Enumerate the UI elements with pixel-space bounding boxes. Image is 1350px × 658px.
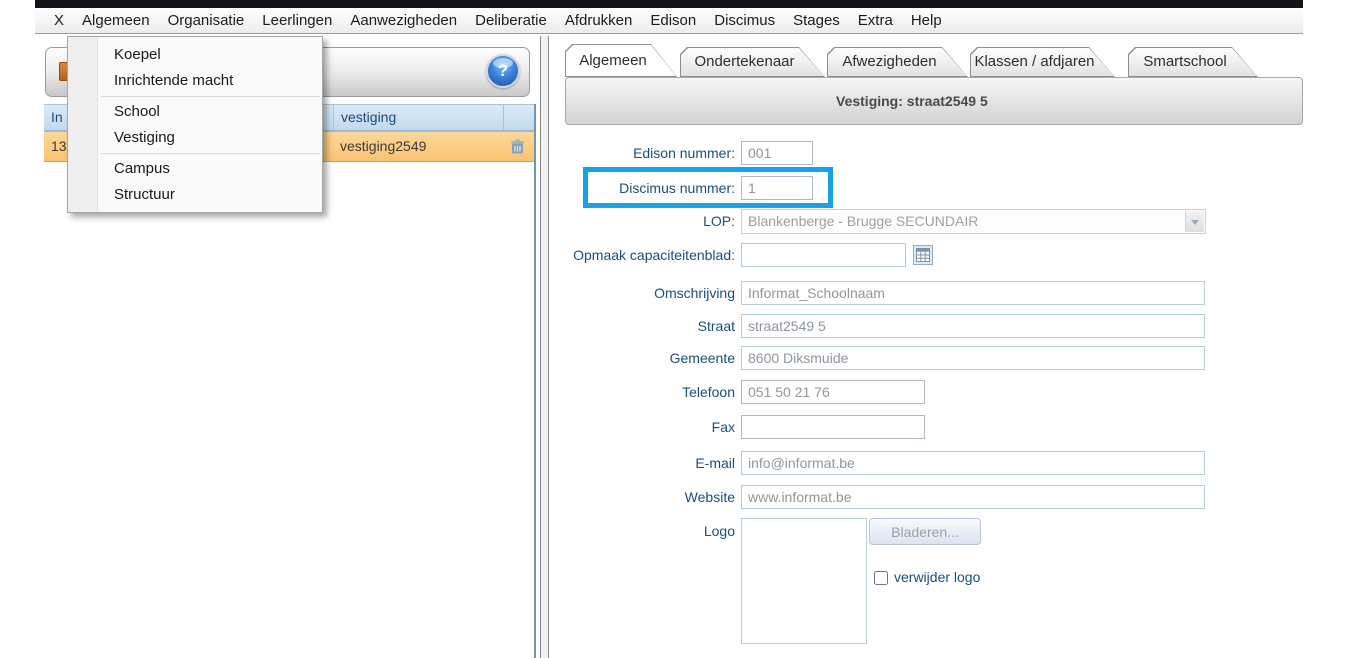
telefoon-input[interactable]: [741, 380, 925, 404]
logo-label: Logo: [545, 519, 735, 543]
tab-label: Smartschool: [1128, 47, 1258, 77]
lop-value: Blankenberge - Brugge SECUNDAIR: [748, 210, 978, 233]
delete-row-icon[interactable]: [507, 138, 527, 156]
gemeente-input[interactable]: [741, 346, 1205, 370]
grid-column-vestiging[interactable]: vestiging: [333, 105, 503, 130]
edison-nummer-input[interactable]: [741, 141, 813, 165]
menu-item-deliberatie[interactable]: Deliberatie: [466, 8, 556, 34]
grid-right-border: [534, 104, 536, 658]
menu-item-edison[interactable]: Edison: [641, 8, 705, 34]
edison-nummer-label: Edison nummer:: [545, 141, 735, 165]
straat-label: Straat: [545, 314, 735, 338]
email-input[interactable]: [741, 451, 1205, 475]
section-title: Vestiging: straat2549 5: [836, 78, 988, 124]
help-button[interactable]: ?: [486, 54, 520, 88]
menu-item-school[interactable]: School: [68, 99, 322, 125]
tab-ondertekenaar[interactable]: Ondertekenaar: [680, 47, 825, 77]
menu-item-leerlingen[interactable]: Leerlingen: [253, 8, 341, 34]
tab-smartschool[interactable]: Smartschool: [1128, 47, 1258, 77]
menu-item-organisatie[interactable]: Organisatie: [159, 8, 254, 34]
row-cell-vestiging: vestiging2549: [333, 132, 503, 161]
menu-item-help[interactable]: Help: [902, 8, 951, 34]
section-header: Vestiging: straat2549 5: [565, 77, 1303, 125]
discimus-nummer-label: Discimus nummer:: [545, 176, 735, 200]
tab-label: Afwezigheden: [827, 47, 968, 77]
menu-item-stages[interactable]: Stages: [784, 8, 849, 34]
straat-input[interactable]: [741, 314, 1205, 338]
tab-algemeen[interactable]: Algemeen: [565, 44, 677, 77]
fax-input[interactable]: [741, 415, 925, 439]
lop-label: LOP:: [545, 209, 735, 233]
menu-item-extra[interactable]: Extra: [849, 8, 902, 34]
fax-label: Fax: [545, 415, 735, 439]
menu-item-inrichtende-macht[interactable]: Inrichtende macht: [68, 68, 322, 94]
menu-item-aanwezigheden[interactable]: Aanwezigheden: [341, 8, 466, 34]
omschrijving-label: Omschrijving: [545, 281, 735, 305]
tab-label: Ondertekenaar: [680, 47, 825, 77]
help-icon: ?: [498, 61, 508, 80]
algemeen-dropdown-menu: Koepel Inrichtende macht School Vestigin…: [67, 36, 323, 213]
menu-item-algemeen[interactable]: Algemeen: [73, 8, 159, 34]
tab-label: Klassen / afdjaren: [970, 47, 1115, 77]
calendar-icon[interactable]: [913, 245, 933, 265]
browse-button[interactable]: Bladeren...: [869, 518, 981, 545]
telefoon-label: Telefoon: [545, 380, 735, 404]
opmaak-capaciteitenblad-input[interactable]: [741, 243, 906, 267]
menu-item-x[interactable]: X: [45, 8, 73, 34]
grid-column-actions: [503, 105, 536, 130]
menu-item-campus[interactable]: Campus: [68, 156, 322, 182]
menu-item-koepel[interactable]: Koepel: [68, 42, 322, 68]
website-label: Website: [545, 485, 735, 509]
discimus-nummer-input[interactable]: [741, 176, 813, 200]
website-input[interactable]: [741, 485, 1205, 509]
tab-afwezigheden[interactable]: Afwezigheden: [827, 47, 968, 77]
remove-logo-label: verwijder logo: [894, 569, 980, 585]
menu-item-discimus[interactable]: Discimus: [705, 8, 784, 34]
remove-logo-checkbox[interactable]: [874, 571, 888, 585]
email-label: E-mail: [545, 451, 735, 475]
menubar: X Algemeen Organisatie Leerlingen Aanwez…: [35, 8, 1303, 34]
menu-item-afdrukken[interactable]: Afdrukken: [556, 8, 642, 34]
dropdown-arrow-icon[interactable]: [1185, 211, 1204, 232]
opmaak-capaciteitenblad-label: Opmaak capaciteitenblad:: [545, 243, 735, 267]
tab-klassen-afdjaren[interactable]: Klassen / afdjaren: [970, 47, 1115, 77]
menu-separator: [101, 153, 320, 154]
tab-label: Algemeen: [565, 44, 677, 77]
app-window: X Algemeen Organisatie Leerlingen Aanwez…: [0, 0, 1350, 658]
menu-separator: [101, 96, 320, 97]
lop-select[interactable]: Blankenberge - Brugge SECUNDAIR: [741, 209, 1206, 234]
gemeente-label: Gemeente: [545, 346, 735, 370]
menu-item-vestiging[interactable]: Vestiging: [68, 125, 322, 151]
omschrijving-input[interactable]: [741, 281, 1205, 305]
logo-preview-box: [741, 518, 867, 644]
menu-item-structuur[interactable]: Structuur: [68, 182, 322, 208]
